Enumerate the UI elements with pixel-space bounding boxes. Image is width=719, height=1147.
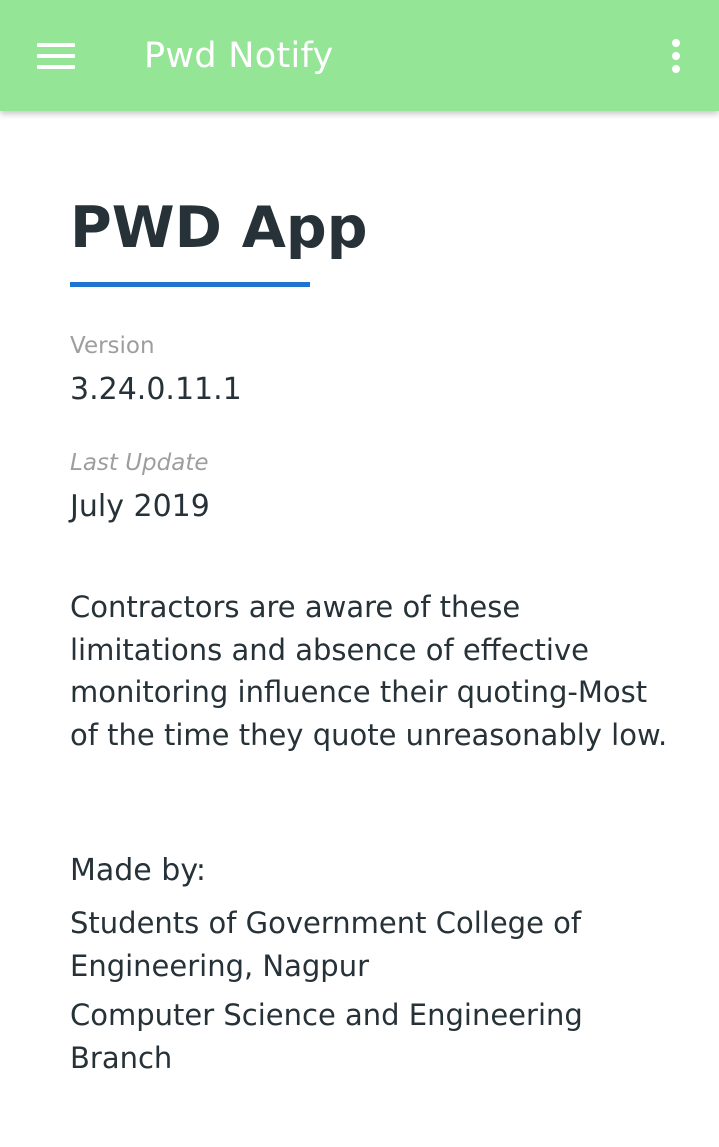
more-vert-icon (672, 39, 680, 47)
page-title: PWD App (70, 195, 368, 261)
more-vert-icon-dot (672, 65, 680, 73)
hamburger-menu-icon (37, 43, 75, 47)
app-title: Pwd Notify (144, 36, 334, 76)
more-vert-icon-dot (672, 52, 680, 60)
last-update-label: Last Update (70, 450, 209, 476)
made-by-label: Made by: (70, 853, 207, 888)
hamburger-menu-icon-bar (37, 54, 75, 58)
version-value: 3.24.0.11.1 (70, 372, 242, 407)
menu-button[interactable] (28, 32, 84, 80)
version-label: Version (70, 333, 155, 359)
overflow-menu-button[interactable] (654, 32, 698, 80)
credit-branch: Computer Science and Engineering Branch (70, 998, 583, 1075)
credit-college: Students of Government College of Engine… (70, 906, 582, 983)
last-update-value: July 2019 (70, 489, 210, 524)
hamburger-menu-icon-bar (37, 65, 75, 69)
description-text: Contractors are aware of these limitatio… (70, 590, 668, 752)
title-underline (70, 282, 310, 287)
app-bar: Pwd Notify (0, 0, 719, 111)
